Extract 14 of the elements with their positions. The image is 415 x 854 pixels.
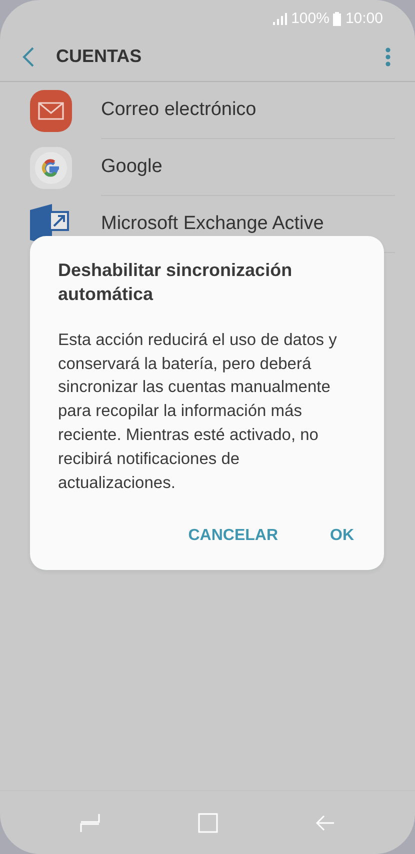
- account-name[interactable]: Google: [101, 139, 395, 196]
- google-icon: [30, 146, 72, 188]
- recent-apps-icon[interactable]: [80, 812, 100, 832]
- screen-title: CUENTAS: [56, 45, 142, 68]
- dialog-title: Deshabilitar sincronización automática: [58, 259, 294, 306]
- more-options-icon[interactable]: [385, 46, 391, 66]
- back-icon[interactable]: [22, 46, 34, 66]
- envelope-icon: [30, 90, 72, 132]
- battery-icon: [333, 12, 342, 26]
- dialog-message: Esta acción reducirá el uso de datos y conservará la batería, pero deberá sincronizar las cuentas manualmente para recopilar la información más reciente. Mientras esté activado, no recibirá notificaciones de actualizaciones.: [58, 330, 338, 494]
- account-name[interactable]: Correo electrónico: [101, 82, 395, 139]
- back-nav-icon[interactable]: [315, 812, 335, 832]
- home-icon[interactable]: [198, 812, 218, 832]
- signal-icon: [273, 13, 288, 25]
